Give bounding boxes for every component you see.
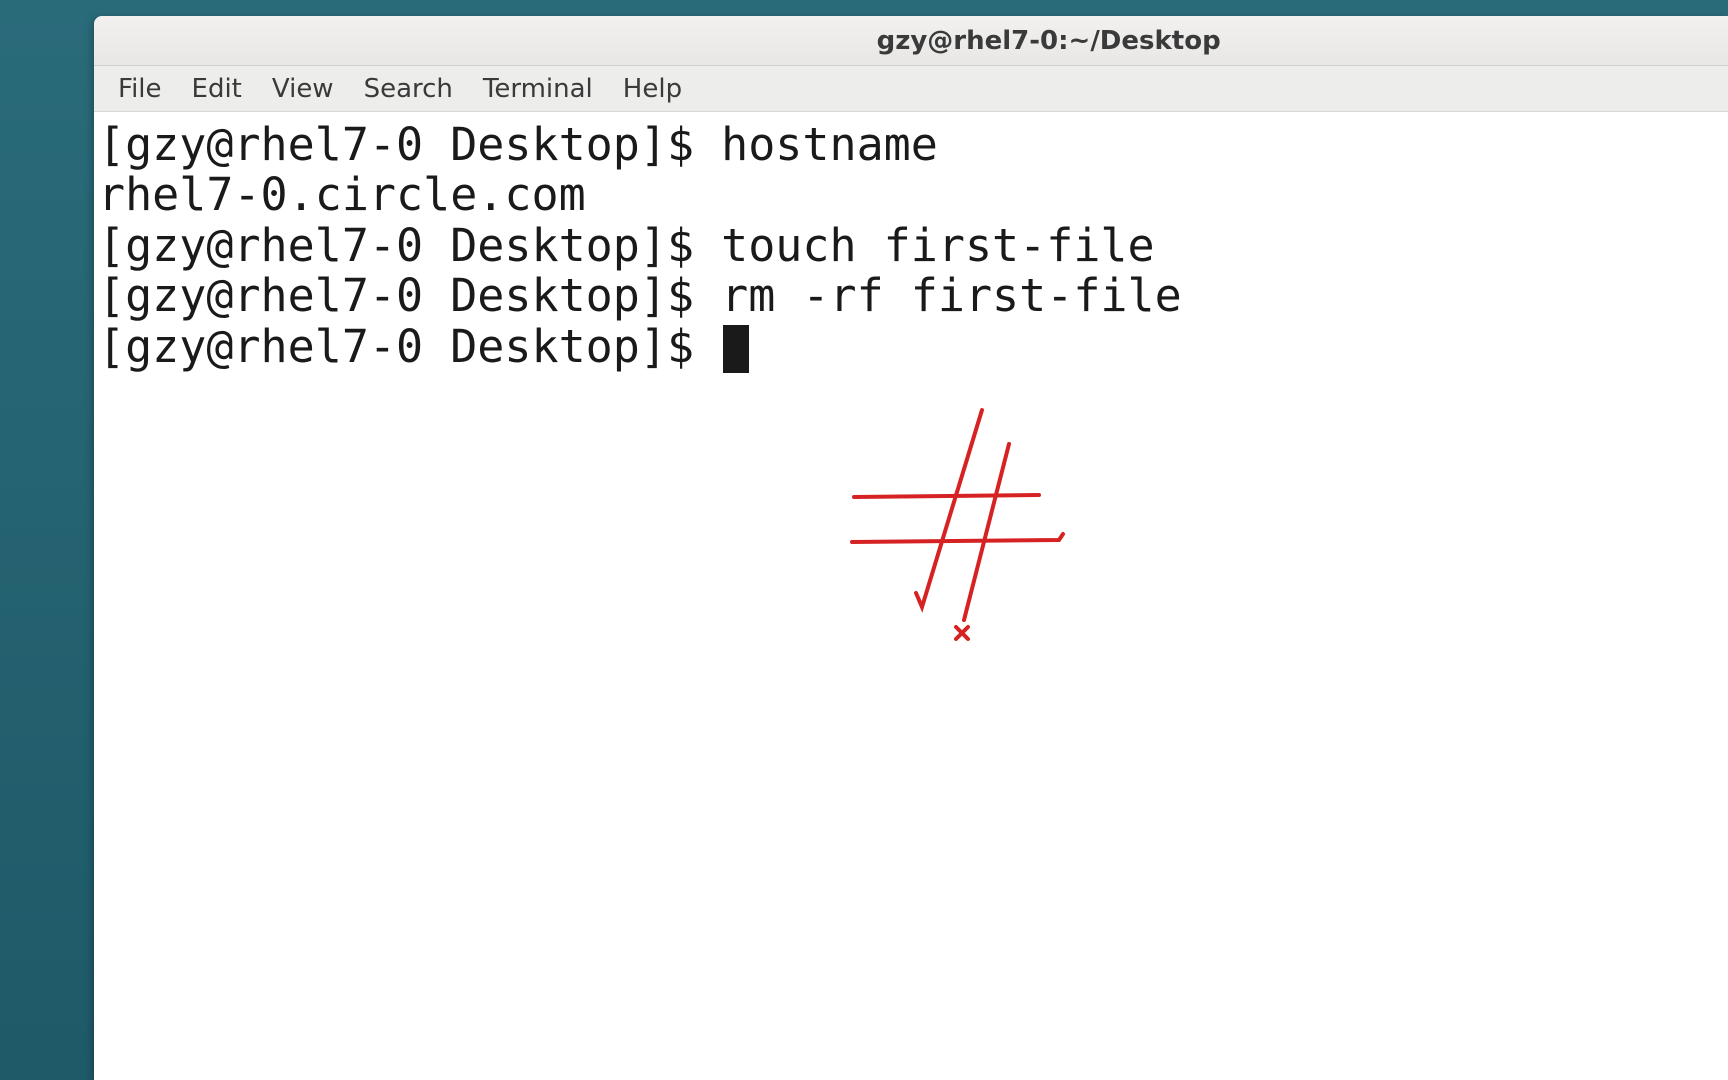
menubar: File Edit View Search Terminal Help (94, 66, 1728, 112)
terminal-line: [gzy@rhel7-0 Desktop]$ (98, 322, 1724, 373)
terminal-line: [gzy@rhel7-0 Desktop]$ rm -rf first-file (98, 271, 1724, 321)
prompt: [gzy@rhel7-0 Desktop]$ (98, 118, 721, 171)
menu-search[interactable]: Search (350, 70, 467, 108)
terminal-line: rhel7-0.circle.com (98, 170, 1724, 220)
command: rm -rf first-file (721, 269, 1182, 322)
terminal-line: [gzy@rhel7-0 Desktop]$ hostname (98, 120, 1724, 170)
prompt: [gzy@rhel7-0 Desktop]$ (98, 269, 721, 322)
window-title: gzy@rhel7-0:~/Desktop (877, 26, 1221, 56)
menu-view[interactable]: View (258, 70, 348, 108)
terminal-window: gzy@rhel7-0:~/Desktop File Edit View Sea… (94, 16, 1728, 1080)
hash-annotation-icon (834, 402, 1094, 662)
terminal-line: [gzy@rhel7-0 Desktop]$ touch first-file (98, 221, 1724, 271)
menu-edit[interactable]: Edit (178, 70, 256, 108)
terminal-viewport[interactable]: [gzy@rhel7-0 Desktop]$ hostname rhel7-0.… (94, 112, 1728, 1080)
command: touch first-file (721, 219, 1154, 272)
menu-terminal[interactable]: Terminal (469, 70, 607, 108)
output: rhel7-0.circle.com (98, 168, 586, 221)
command: hostname (721, 118, 938, 171)
titlebar[interactable]: gzy@rhel7-0:~/Desktop (94, 16, 1728, 66)
menu-file[interactable]: File (104, 70, 176, 108)
cursor-icon (723, 325, 749, 373)
menu-help[interactable]: Help (609, 70, 696, 108)
prompt: [gzy@rhel7-0 Desktop]$ (98, 320, 721, 373)
prompt: [gzy@rhel7-0 Desktop]$ (98, 219, 721, 272)
